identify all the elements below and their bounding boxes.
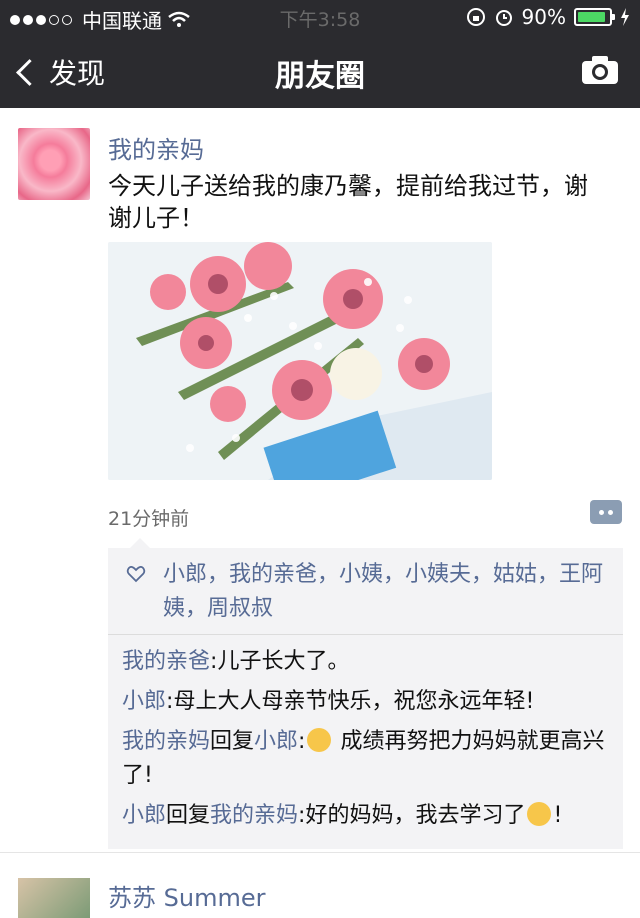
comment-author[interactable]: 小郎 <box>122 689 166 714</box>
battery-percent: 90% <box>521 5 566 29</box>
comment-text: 儿子长大了。 <box>217 649 350 674</box>
reply-label: 回复 <box>210 729 255 754</box>
status-right: 90% <box>466 5 630 29</box>
comments-list: 我的亲爸:儿子长大了。 小郎:母上大人母亲节快乐，祝您永远年轻! 我的亲妈回复小… <box>108 635 623 849</box>
comment-item[interactable]: 小郎回复我的亲妈:好的妈妈，我去学习了! <box>122 799 609 833</box>
page-title: 朋友圈 <box>275 59 365 94</box>
comment-author[interactable]: 小郎 <box>122 803 166 828</box>
status-bar: 中国联通 下午3:58 90% <box>0 0 640 34</box>
comment-author[interactable]: 我的亲妈 <box>122 729 210 754</box>
charging-icon <box>621 8 629 26</box>
likes-section: 小郎，我的亲爸，小姨，小姨夫，姑姑，王阿姨，周叔叔 <box>108 548 623 634</box>
battery-icon <box>574 8 615 26</box>
comment-text: 好的妈妈，我去学习了 <box>305 803 526 828</box>
comment-tail: ! <box>553 803 563 828</box>
post-author[interactable]: 我的亲妈 <box>108 130 204 165</box>
carnation-bouquet-image <box>108 242 492 480</box>
emoji-icon <box>307 728 332 752</box>
post-photo[interactable] <box>108 242 492 480</box>
comment-item[interactable]: 我的亲妈回复小郎: 成绩再努把力妈妈就更高兴了! <box>122 725 609 793</box>
heart-icon <box>126 565 146 583</box>
post-time: 21分钟前 <box>108 508 190 530</box>
avatar[interactable] <box>18 878 90 918</box>
reply-label: 回复 <box>166 803 211 828</box>
likes-comments-panel: 小郎，我的亲爸，小姨，小姨夫，姑姑，王阿姨，周叔叔 我的亲爸:儿子长大了。 小郎… <box>108 538 623 849</box>
rotation-lock-icon <box>466 8 485 26</box>
comment-separator: : <box>298 729 306 754</box>
next-post-author[interactable]: 苏苏 Summer <box>108 878 265 913</box>
alarm-icon <box>495 10 512 26</box>
comment-item[interactable]: 我的亲爸:儿子长大了。 <box>122 645 609 679</box>
post-divider <box>0 852 640 853</box>
reply-target[interactable]: 我的亲妈 <box>210 803 298 828</box>
emoji-icon <box>527 802 552 826</box>
likes-list[interactable]: 小郎，我的亲爸，小姨，小姨夫，姑姑，王阿姨，周叔叔 <box>163 558 609 626</box>
comment-more-button[interactable] <box>590 500 622 524</box>
avatar[interactable] <box>18 128 90 200</box>
camera-icon[interactable] <box>580 54 620 86</box>
comment-text: 母上大人母亲节快乐，祝您永远年轻! <box>173 689 535 714</box>
navigation-bar: 发现 朋友圈 <box>0 34 640 108</box>
post-text: 今天儿子送给我的康乃馨，提前给我过节，谢谢儿子！ <box>108 172 588 232</box>
reply-target[interactable]: 小郎 <box>254 729 298 754</box>
comment-item[interactable]: 小郎:母上大人母亲节快乐，祝您永远年轻! <box>122 685 609 719</box>
comment-author[interactable]: 我的亲爸 <box>122 649 210 674</box>
